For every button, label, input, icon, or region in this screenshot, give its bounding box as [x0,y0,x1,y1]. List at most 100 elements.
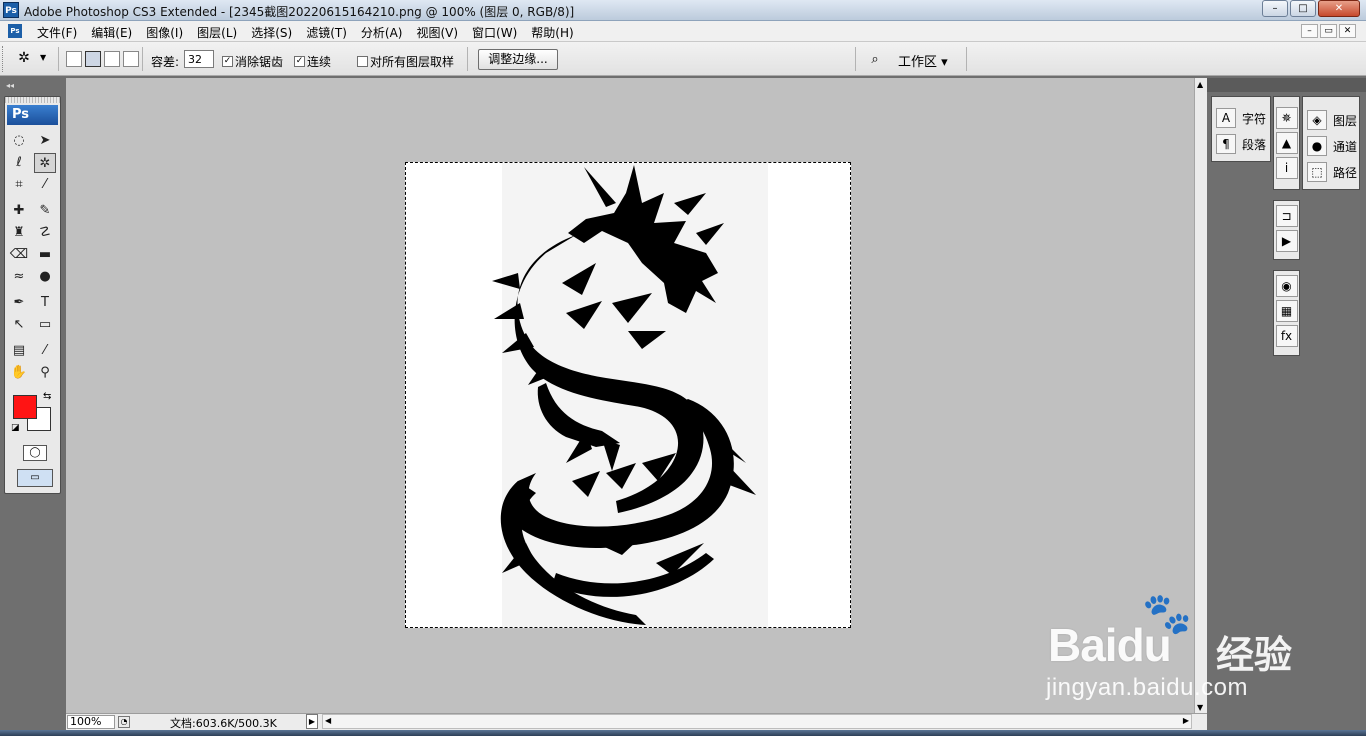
channels-panel-button[interactable]: ● 通道 [1303,133,1359,159]
zoom-level-field[interactable]: 100% [67,715,115,729]
path-select-icon[interactable]: ↖ [8,315,30,335]
antialias-checkbox[interactable]: ✓ 消除锯齿 [222,53,283,70]
layers-panel-button[interactable]: ◈ 图层 [1303,107,1359,133]
scroll-left-icon[interactable]: ◀ [325,716,331,725]
antialias-check-icon[interactable]: ✓ [222,56,233,67]
maximize-button[interactable]: □ [1290,0,1316,17]
lasso-tool-icon[interactable]: ℓ [8,153,30,173]
paragraph-label: 段落 [1242,137,1267,152]
workspace-dropdown[interactable]: 工作区 ▾ [898,51,948,70]
marquee-tool-icon[interactable]: ◌ [8,131,30,151]
watermark-url: jingyan.baidu.com [1046,674,1248,701]
navigator-icon[interactable]: ✵ [1275,107,1298,129]
gradient-tool-icon[interactable]: ▬ [34,245,56,265]
info-icon[interactable]: i [1275,157,1298,179]
new-selection-icon[interactable] [66,51,82,67]
menu-analysis[interactable]: 分析(A) [354,24,410,41]
menu-help[interactable]: 帮助(H) [524,24,580,41]
channels-label: 通道 [1333,139,1358,154]
collapse-toolbox-icon[interactable]: ◂◂ [6,81,14,90]
type-tool-icon[interactable]: T [34,293,56,313]
dodge-tool-icon[interactable]: ● [34,267,56,287]
selection-mode-group [66,51,139,67]
menu-window[interactable]: 窗口(W) [465,24,524,41]
status-menu-arrow-icon[interactable]: ▶ [306,714,318,729]
sample-all-layers-label: 对所有图层取样 [370,55,455,69]
toolbox-grip[interactable] [5,97,60,103]
styles-fx-icon[interactable]: fx [1275,325,1298,347]
intersect-selection-icon[interactable] [123,51,139,67]
tolerance-input[interactable] [184,50,214,68]
zoom-tool-icon[interactable]: ⚲ [34,363,56,383]
healing-brush-icon[interactable]: ✚ [8,201,30,221]
horizontal-scrollbar[interactable]: ◀ ▶ [322,714,1192,729]
screen-mode-icon[interactable]: ▭ [17,469,53,487]
contiguous-checkbox[interactable]: ✓ 连续 [294,53,331,70]
move-tool-icon[interactable]: ➤ [34,131,56,151]
image-canvas[interactable] [405,162,851,628]
subtract-selection-icon[interactable] [104,51,120,67]
close-button[interactable]: ✕ [1318,0,1360,17]
doc-minimize-button[interactable]: – [1301,24,1318,38]
bridge-icon[interactable]: ⌕ [862,49,888,71]
refine-edge-button[interactable]: 调整边缘... [478,49,558,70]
menu-layer[interactable]: 图层(L) [190,24,244,41]
brush-tool-icon[interactable]: ✎ [34,201,56,221]
slice-tool-icon[interactable]: ⁄ [34,175,56,195]
eyedropper-icon[interactable]: ⁄ [34,341,56,361]
chevron-down-icon: ▾ [941,55,948,70]
doc-close-button[interactable]: ✕ [1339,24,1356,38]
status-options-icon[interactable]: ◔ [118,716,130,728]
scroll-right-icon[interactable]: ▶ [1183,716,1189,725]
contiguous-check-icon[interactable]: ✓ [294,56,305,67]
paragraph-icon: ¶ [1216,134,1236,154]
foreground-color-swatch[interactable] [13,395,37,419]
paths-panel-button[interactable]: ⬚ 路径 [1303,159,1359,185]
color-palette-icon[interactable]: ◉ [1275,275,1298,297]
magic-wand-tool-icon[interactable]: ✲ [34,153,56,173]
notes-tool-icon[interactable]: ▤ [8,341,30,361]
actions-icon[interactable]: ▶ [1275,230,1298,252]
menu-edit[interactable]: 编辑(E) [84,24,139,41]
menu-image[interactable]: 图像(I) [139,24,190,41]
history-icon[interactable]: ⊐ [1275,205,1298,227]
menu-select[interactable]: 选择(S) [244,24,299,41]
doc-restore-button[interactable]: ▭ [1320,24,1337,38]
blur-tool-icon[interactable]: ≈ [8,267,30,287]
sample-all-check-icon[interactable] [357,56,368,67]
eraser-tool-icon[interactable]: ⌫ [8,245,30,265]
navigator-dock: ✵ ▲ i [1273,96,1300,190]
pen-tool-icon[interactable]: ✒ [8,293,30,313]
document-info: 文档:603.6K/500.3K [170,717,277,730]
menu-file[interactable]: 文件(F) [30,24,84,41]
hand-tool-icon[interactable]: ✋ [8,363,30,383]
add-to-selection-icon[interactable] [85,51,101,67]
photoshop-app-icon: Ps [3,2,19,18]
default-colors-icon[interactable]: ◪ [11,423,20,433]
swatches-icon[interactable]: ▦ [1275,300,1298,322]
paragraph-panel-button[interactable]: ¶ 段落 [1212,131,1270,157]
shape-tool-icon[interactable]: ▭ [34,315,56,335]
options-grip[interactable] [2,46,6,72]
sample-all-layers-checkbox[interactable]: 对所有图层取样 [357,53,454,70]
tribal-dragon-artwork [492,165,756,625]
crop-tool-icon[interactable]: ⌗ [8,175,30,195]
history-brush-icon[interactable]: ☡ [34,223,56,243]
quick-mask-icon[interactable]: ◯ [23,445,47,461]
dock-header[interactable] [1207,78,1366,92]
windows-taskbar[interactable] [0,730,1366,736]
menu-filter[interactable]: 滤镜(T) [299,24,354,41]
menu-view[interactable]: 视图(V) [409,24,465,41]
character-panel-button[interactable]: A 字符 [1212,105,1270,131]
document-icon: Ps [8,24,22,38]
window-title: Adobe Photoshop CS3 Extended - [2345截图20… [24,5,575,19]
toolbox-logo[interactable]: Ps [7,105,58,125]
minimize-button[interactable]: – [1262,0,1288,17]
swap-colors-icon[interactable]: ⇆ [43,391,51,402]
clone-stamp-icon[interactable]: ♜ [8,223,30,243]
tool-preset-dropdown-icon[interactable]: ▼ [40,53,46,62]
tolerance-label: 容差: [151,55,180,69]
scroll-up-icon[interactable]: ▲ [1197,80,1203,89]
histogram-icon[interactable]: ▲ [1275,132,1298,154]
magic-wand-icon[interactable]: ✲ [14,50,34,68]
